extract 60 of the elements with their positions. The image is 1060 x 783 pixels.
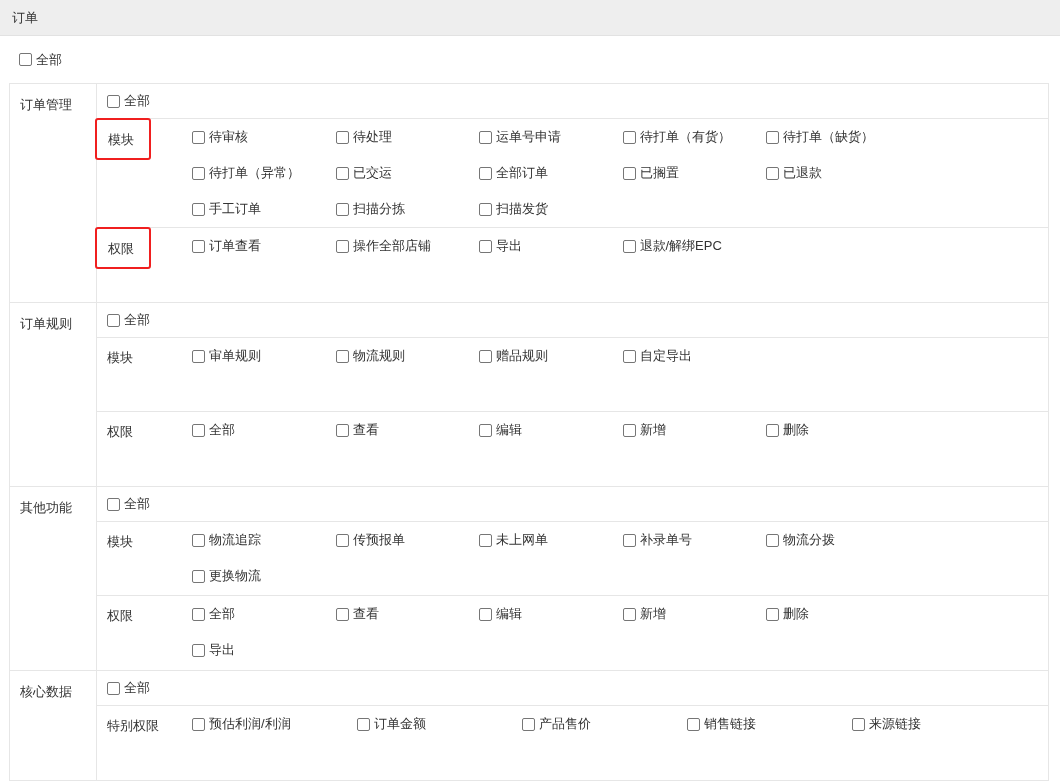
section-label: 特别权限: [107, 717, 159, 735]
checkbox-label[interactable]: 更换物流: [209, 566, 261, 586]
checkbox-label[interactable]: 扫描分拣: [352, 199, 405, 219]
checkbox-label[interactable]: 已搁置: [639, 163, 679, 183]
checkbox-label[interactable]: 全部: [36, 49, 62, 70]
checkbox-label[interactable]: 扫描发货: [496, 199, 548, 219]
checkbox-label[interactable]: 物流规则: [352, 346, 405, 366]
checkbox-label[interactable]: 删除: [783, 420, 809, 440]
checkbox-label[interactable]: 全部: [124, 494, 150, 514]
checkbox-label[interactable]: 手工订单: [209, 199, 261, 219]
checkbox-label[interactable]: 全部: [124, 310, 150, 330]
checkbox-label[interactable]: 待打单（有货）: [639, 127, 731, 147]
section-label: 模块: [107, 533, 133, 551]
checkbox-label[interactable]: 新增: [639, 604, 666, 624]
group-label: 其他功能: [20, 500, 72, 515]
checkbox-label[interactable]: 审单规则: [209, 346, 261, 366]
checkbox-label[interactable]: 已退款: [783, 163, 822, 183]
checkbox-label[interactable]: 全部: [124, 91, 150, 111]
checkbox-label[interactable]: 编辑: [496, 604, 522, 624]
checkbox-label[interactable]: 待处理: [352, 127, 392, 147]
checkbox-label[interactable]: 全部订单: [496, 163, 548, 183]
checkbox-label[interactable]: 自定导出: [639, 346, 692, 366]
checkbox-label[interactable]: 补录单号: [639, 530, 692, 550]
section-label: 模块: [107, 349, 133, 367]
checkbox-label[interactable]: 查看: [352, 604, 379, 624]
group-label: 订单规则: [20, 316, 72, 331]
group-label: 核心数据: [20, 684, 72, 699]
checkbox-label[interactable]: 待打单（缺货）: [783, 127, 874, 147]
section-label: 权限: [95, 227, 151, 269]
group-label: 订单管理: [20, 97, 72, 112]
checkbox-label[interactable]: 操作全部店铺: [352, 236, 431, 256]
checkbox-label[interactable]: 导出: [496, 236, 522, 256]
checkbox-label[interactable]: 全部: [124, 678, 150, 698]
checkbox-label[interactable]: 待打单（异常）: [209, 163, 300, 183]
checkbox-label[interactable]: 已交运: [352, 163, 392, 183]
section-label: 权限: [107, 423, 133, 441]
checkbox-label[interactable]: 退款/解绑EPC: [639, 236, 722, 256]
checkbox-label[interactable]: 未上网单: [496, 530, 548, 550]
checkbox-label[interactable]: 产品售价: [539, 714, 591, 734]
checkbox-label[interactable]: 传预报单: [352, 530, 405, 550]
checkbox-label[interactable]: 赠品规则: [496, 346, 548, 366]
section-label: 模块: [95, 118, 151, 160]
checkbox-label[interactable]: 全部: [209, 604, 235, 624]
checkbox-label[interactable]: 订单金额: [374, 714, 426, 734]
checkbox-label[interactable]: 编辑: [496, 420, 522, 440]
checkbox-label[interactable]: 来源链接: [869, 714, 921, 734]
checkbox-label[interactable]: 导出: [209, 640, 235, 660]
checkbox-label[interactable]: 全部: [209, 420, 235, 440]
checkbox-label[interactable]: 订单查看: [209, 236, 261, 256]
section-label: 权限: [107, 607, 133, 625]
checkbox-label[interactable]: 新增: [639, 420, 666, 440]
checkbox-label[interactable]: 物流追踪: [209, 530, 261, 550]
checkbox-label[interactable]: 待审核: [209, 127, 248, 147]
checkbox-label[interactable]: 预估利润/利润: [209, 714, 291, 734]
checkbox-label[interactable]: 删除: [783, 604, 809, 624]
checkbox-label[interactable]: 运单号申请: [496, 127, 561, 147]
checkbox-label[interactable]: 查看: [352, 420, 379, 440]
checkbox-label[interactable]: 物流分拨: [783, 530, 835, 550]
checkbox-label[interactable]: 销售链接: [704, 714, 756, 734]
header-title: 订单: [12, 8, 38, 27]
